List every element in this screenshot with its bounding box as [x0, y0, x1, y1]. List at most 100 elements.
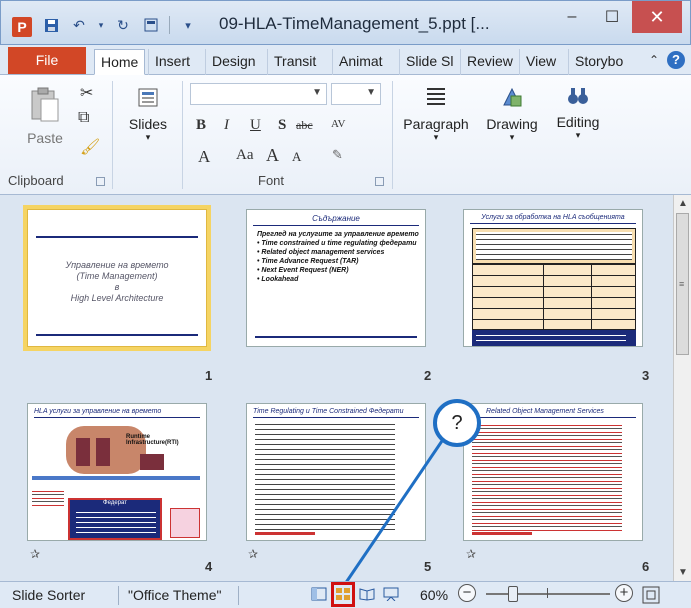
scroll-down-icon[interactable]: ▼: [678, 567, 688, 578]
font-color-button[interactable]: A: [198, 147, 210, 167]
zoom-slider-thumb[interactable]: [508, 586, 518, 602]
maximize-button[interactable]: ☐: [592, 1, 632, 33]
slide-heading: Съдържание: [253, 214, 419, 226]
font-family-combo[interactable]: ▼: [190, 83, 327, 105]
font-size-combo[interactable]: ▼: [331, 83, 381, 105]
slide-note-box: [170, 508, 200, 538]
shadow-button[interactable]: S: [278, 117, 286, 134]
editing-dropdown-icon: ▾: [575, 130, 581, 140]
help-icon[interactable]: ?: [667, 51, 685, 69]
tab-design[interactable]: Design: [205, 49, 262, 75]
slide-table-header: [472, 228, 636, 264]
tab-animations[interactable]: Animat: [332, 49, 389, 75]
italic-button[interactable]: I: [224, 117, 229, 134]
change-case-button[interactable]: Aa: [236, 147, 254, 164]
tab-transitions[interactable]: Transit: [267, 49, 322, 75]
slide-sorter-highlight: [331, 582, 355, 607]
tab-home[interactable]: Home: [94, 49, 146, 75]
slide-title-text: в: [114, 282, 120, 292]
slide-thumbnail-2[interactable]: Съдържание Преглед на услугите за управл…: [246, 209, 426, 347]
paragraph-dropdown-icon: ▾: [433, 132, 439, 142]
zoom-slider-track[interactable]: [486, 593, 610, 595]
paragraph-label: Paragraph: [403, 116, 469, 132]
cut-icon[interactable]: ✂: [80, 83, 93, 103]
slide-thumbnail-5[interactable]: Time Regulating и Time Constrained Федер…: [246, 403, 426, 541]
tab-slide-show[interactable]: Slide Sl: [399, 49, 459, 75]
animation-star-icon: ✰: [248, 547, 259, 561]
normal-view-icon[interactable]: [141, 15, 161, 35]
slide-title-text: (Time Management): [76, 271, 158, 281]
slide-thumbnail-3[interactable]: Услуги за обработка на HLA съобщенията: [463, 209, 643, 347]
slide-footer-band: [472, 330, 636, 346]
slide-thumbnail-1[interactable]: Управление на времето (Time Management) …: [23, 205, 211, 351]
undo-dropdown-icon[interactable]: ▾: [97, 15, 105, 35]
tab-storyboarding[interactable]: Storybo: [568, 49, 628, 75]
slide-heading: Related Object Management Services: [470, 408, 636, 418]
vertical-scrollbar[interactable]: ▲ ≡ ▼: [673, 195, 691, 581]
minimize-button[interactable]: –: [552, 1, 592, 33]
tab-review[interactable]: Review: [460, 49, 519, 75]
ribbon-home: Paste ✂ ⧉ 🖌 Clipboard Slides ▾ ▼ ▼ B I U…: [0, 75, 691, 195]
font-launcher-icon[interactable]: [375, 177, 384, 186]
normal-view-icon[interactable]: [310, 587, 328, 603]
slide-show-view-icon[interactable]: [382, 587, 400, 603]
paste-icon: [31, 87, 59, 122]
scroll-grip-icon: ≡: [679, 279, 685, 289]
slide-bar: [32, 476, 200, 480]
drawing-button[interactable]: Drawing ▾: [480, 85, 544, 143]
grow-font-button[interactable]: A: [266, 145, 279, 166]
tab-insert[interactable]: Insert: [148, 49, 196, 75]
slide-heading: Time Regulating и Time Constrained Федер…: [253, 408, 419, 418]
slide-heading: Услуги за обработка на HLA съобщенията: [470, 214, 636, 224]
reading-view-icon[interactable]: [358, 587, 376, 603]
slide-thumbnail-6[interactable]: Related Object Management Services: [463, 403, 643, 541]
paragraph-button[interactable]: Paragraph ▾: [398, 85, 474, 143]
slide-text-lines: [76, 510, 156, 536]
scroll-up-icon[interactable]: ▲: [678, 198, 688, 209]
zoom-center-tick: [547, 588, 548, 598]
font-group-label: Font: [258, 173, 285, 188]
minimize-ribbon-icon[interactable]: ⌃: [649, 53, 659, 67]
paste-label: Paste: [27, 130, 63, 146]
binoculars-icon: [568, 88, 588, 104]
slide-thumbnail-4[interactable]: HLA услуги за управление на времето Runt…: [27, 403, 207, 541]
copy-icon[interactable]: ⧉: [78, 109, 89, 127]
undo-icon[interactable]: ↶: [69, 15, 89, 35]
tab-view[interactable]: View: [519, 49, 562, 75]
customize-qat-icon[interactable]: ▾: [178, 15, 198, 35]
redo-icon[interactable]: ↻: [113, 15, 133, 35]
status-separator: [118, 586, 119, 605]
shrink-font-button[interactable]: A: [292, 149, 301, 165]
clipboard-launcher-icon[interactable]: [96, 177, 105, 186]
slide-body-line: • Next Event Request (NER): [257, 267, 349, 274]
zoom-out-button[interactable]: −: [458, 584, 476, 602]
fit-to-window-icon[interactable]: [642, 586, 660, 607]
paste-button[interactable]: Paste: [20, 87, 70, 146]
underline-button[interactable]: U: [250, 117, 261, 134]
close-button[interactable]: ✕: [632, 1, 682, 33]
bold-button[interactable]: B: [196, 117, 206, 134]
theme-label[interactable]: "Office Theme": [128, 587, 221, 603]
slide-table-col: [543, 265, 544, 329]
slide-rule: [36, 236, 198, 238]
slide-number: 5: [424, 559, 432, 574]
strikethrough-button[interactable]: abc: [296, 118, 313, 133]
animation-star-icon: ✰: [30, 547, 41, 561]
powerpoint-icon[interactable]: P: [12, 17, 32, 37]
slides-button[interactable]: Slides ▾: [122, 87, 174, 143]
zoom-in-button[interactable]: +: [615, 584, 633, 602]
tab-file[interactable]: File: [8, 47, 86, 74]
slide-text-lines: [255, 422, 395, 532]
format-painter-icon[interactable]: 🖌: [80, 137, 100, 157]
character-spacing-button[interactable]: AV: [331, 118, 345, 130]
clear-formatting-icon[interactable]: ✎: [332, 147, 343, 163]
slide-body: Преглед на услугите за управление времет…: [257, 230, 419, 284]
save-icon[interactable]: [41, 15, 61, 35]
paragraph-icon: [427, 88, 445, 105]
zoom-level[interactable]: 60%: [420, 587, 448, 603]
slide-box: [140, 454, 164, 470]
slide-heading: HLA услуги за управление на времето: [34, 408, 200, 418]
editing-button[interactable]: Editing ▾: [550, 85, 606, 141]
slide-number: 6: [642, 559, 650, 574]
slide-body-line: • Lookahead: [257, 276, 299, 283]
